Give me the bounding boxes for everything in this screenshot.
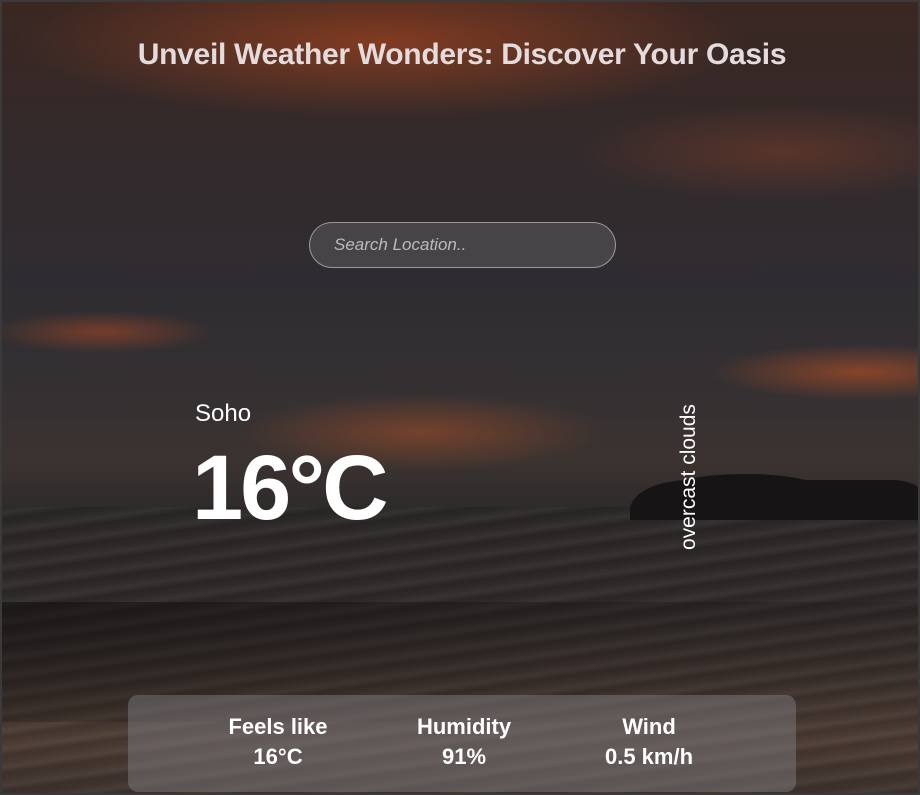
temperature-value: 16°C [192,437,389,539]
search-input[interactable] [309,222,616,268]
wind-value: 0.5 km/h [604,744,694,769]
background-hill [630,474,918,520]
weather-condition: overcast clouds [677,404,700,550]
wind-label: Wind [622,714,676,739]
humidity-stat: Humidity 91% [394,695,534,770]
wind-stat: Wind 0.5 km/h [579,695,719,770]
feels-like-stat: Feels like 16°C [208,695,348,770]
humidity-value: 91% [441,744,487,769]
page-title: Unveil Weather Wonders: Discover Your Oa… [137,38,787,71]
feels-like-label: Feels like [228,714,328,739]
feels-like-value: 16°C [253,744,303,769]
weather-app: Unveil Weather Wonders: Discover Your Oa… [0,0,920,795]
weather-details-panel: Feels like 16°C Humidity 91% Wind 0.5 km… [128,695,796,792]
location-name: Soho [195,400,252,427]
humidity-label: Humidity [416,714,512,739]
